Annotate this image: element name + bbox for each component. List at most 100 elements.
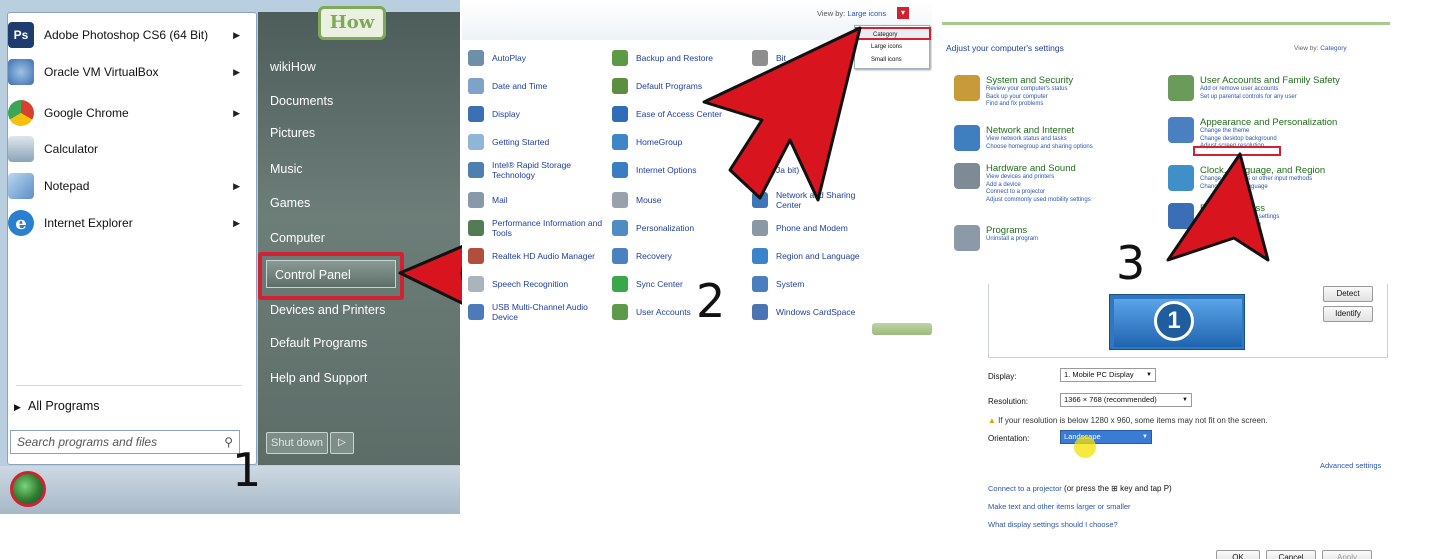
advanced-settings-link[interactable]: Advanced settings: [1320, 461, 1381, 470]
identify-button[interactable]: Identify: [1323, 306, 1373, 322]
start-orb-icon[interactable]: [10, 471, 46, 507]
control-panel-item[interactable]: Personalization: [612, 214, 750, 242]
horizontal-scrollbar[interactable]: [872, 323, 932, 335]
tutorial-canvas: Change screen resolution the display win…: [0, 0, 1451, 559]
category-link[interactable]: Find and fix problems: [986, 101, 1166, 109]
category-link[interactable]: Add or remove user accounts: [1200, 86, 1386, 94]
category-title[interactable]: Appearance and Personalization: [1200, 117, 1386, 128]
start-item-pictures[interactable]: Pictures: [262, 118, 458, 148]
control-panel-item[interactable]: Phone and Modem: [752, 214, 870, 242]
monitor-icon[interactable]: 1: [1109, 294, 1245, 350]
category-link[interactable]: Change the theme: [1200, 128, 1386, 136]
internet-explorer-icon: e: [8, 210, 34, 236]
control-panel-item[interactable]: Speech Recognition: [468, 270, 606, 298]
control-panel-item[interactable]: AutoPlay: [468, 44, 606, 72]
category-title[interactable]: Network and Internet: [986, 125, 1166, 136]
category-hardware-sound: Hardware and Sound View devices and print…: [954, 163, 1166, 205]
program-item[interactable]: Google Chrome ▶: [8, 98, 248, 128]
category-title[interactable]: System and Security: [986, 75, 1166, 86]
start-item-games[interactable]: Games: [262, 188, 458, 218]
red-arrow-icon: [1166, 152, 1270, 262]
submenu-arrow-icon: ▶: [233, 66, 240, 77]
monitor-number: 1: [1154, 301, 1194, 341]
view-by-value: Category: [1320, 45, 1347, 52]
control-panel-item[interactable]: Mail: [468, 186, 606, 214]
control-panel-item[interactable]: Windows CardSpace: [752, 298, 870, 326]
category-link[interactable]: Review your computer's status: [986, 86, 1166, 94]
phone-icon: [752, 220, 768, 236]
projector-link[interactable]: Connect to a projector: [988, 484, 1062, 493]
control-panel-item[interactable]: Intel® Rapid Storage Technology: [468, 156, 606, 184]
ok-button[interactable]: OK: [1216, 550, 1260, 559]
shutdown-button[interactable]: Shut down: [266, 432, 328, 454]
category-title[interactable]: User Accounts and Family Safety: [1200, 75, 1386, 86]
control-panel-item[interactable]: Getting Started: [468, 128, 606, 156]
start-item-documents[interactable]: Documents: [262, 86, 458, 116]
cursor-highlight: [1074, 436, 1096, 458]
screen-resolution-dialog: 1 Detect Identify Display: 1. Mobile PC …: [942, 284, 1390, 559]
display-select[interactable]: 1. Mobile PC Display ▼: [1060, 368, 1156, 382]
control-panel-item-label: Phone and Modem: [776, 223, 848, 233]
category-link[interactable]: View network status and tasks: [986, 136, 1166, 144]
control-panel-item[interactable]: Date and Time: [468, 72, 606, 100]
control-panel-item[interactable]: Display: [468, 100, 606, 128]
control-panel-item-label: Region and Language: [776, 251, 860, 261]
program-item[interactable]: Calculator: [8, 134, 248, 164]
control-panel-item-label: User Accounts: [636, 307, 691, 317]
category-link[interactable]: Set up parental controls for any user: [1200, 94, 1386, 102]
calculator-icon: [8, 136, 34, 162]
audio-icon: [468, 248, 484, 264]
internet-options-icon: [612, 162, 628, 178]
step-number-1: 1: [232, 443, 262, 497]
start-item-help-support[interactable]: Help and Support: [262, 363, 458, 393]
appearance-icon: [1168, 117, 1194, 143]
control-panel-item[interactable]: USB Multi-Channel Audio Device: [468, 298, 606, 326]
control-panel-item[interactable]: System: [752, 270, 870, 298]
start-search-input[interactable]: Search programs and files ⚲: [10, 430, 240, 454]
category-link[interactable]: View devices and printers: [986, 174, 1166, 182]
control-panel-item[interactable]: User Accounts: [612, 298, 750, 326]
program-item[interactable]: Notepad ▶: [8, 171, 248, 201]
detect-button[interactable]: Detect: [1323, 286, 1373, 302]
start-item-wikihow[interactable]: wikiHow: [262, 52, 458, 82]
view-by-control[interactable]: View by: Large icons: [817, 9, 886, 18]
windows-key-icon: ⊞: [1111, 484, 1118, 493]
view-by-dropdown-icon[interactable]: ▾: [897, 7, 909, 19]
hardware-sound-icon: [954, 163, 980, 189]
category-network-internet: Network and Internet View network status …: [954, 125, 1166, 152]
start-item-music[interactable]: Music: [262, 154, 458, 184]
resolution-select[interactable]: 1366 × 768 (recommended) ▼: [1060, 393, 1192, 407]
control-panel-item[interactable]: Realtek HD Audio Manager: [468, 242, 606, 270]
category-link[interactable]: Connect to a projector: [986, 189, 1166, 197]
display-help-link[interactable]: What display settings should I choose?: [988, 520, 1118, 529]
control-panel-item[interactable]: Recovery: [612, 242, 750, 270]
category-title[interactable]: Programs: [986, 225, 1166, 236]
category-link[interactable]: Back up your computer: [986, 94, 1166, 102]
submenu-arrow-icon: ▶: [233, 180, 240, 191]
category-link[interactable]: Adjust commonly used mobility settings: [986, 197, 1166, 205]
personalization-icon: [612, 220, 628, 236]
control-panel-item[interactable]: Sync Center: [612, 270, 750, 298]
control-panel-item[interactable]: Performance Information and Tools: [468, 214, 606, 242]
program-label: Adobe Photoshop CS6 (64 Bit): [44, 28, 209, 42]
search-placeholder: Search programs and files: [17, 435, 158, 449]
category-title[interactable]: Hardware and Sound: [986, 163, 1166, 174]
view-by-control[interactable]: View by: Category: [1294, 45, 1347, 52]
dropdown-arrow-icon: ▼: [1142, 434, 1148, 440]
program-item[interactable]: Ps Adobe Photoshop CS6 (64 Bit) ▶: [8, 20, 248, 50]
program-item[interactable]: e Internet Explorer ▶: [8, 208, 248, 238]
category-link[interactable]: Add a device: [986, 182, 1166, 190]
program-item[interactable]: Oracle VM VirtualBox ▶: [8, 57, 248, 87]
cancel-button[interactable]: Cancel: [1266, 550, 1316, 559]
text-size-link[interactable]: Make text and other items larger or smal…: [988, 502, 1131, 511]
control-panel-item[interactable]: Region and Language: [752, 242, 870, 270]
category-link[interactable]: Choose homegroup and sharing options: [986, 144, 1166, 152]
all-programs-button[interactable]: ▶ All Programs: [14, 394, 250, 418]
apply-button[interactable]: Apply: [1322, 550, 1372, 559]
category-link[interactable]: Change desktop background: [1200, 136, 1386, 144]
control-panel-item-label: AutoPlay: [492, 53, 527, 63]
shutdown-options-icon[interactable]: ▷: [330, 432, 354, 454]
start-item-default-programs[interactable]: Default Programs: [262, 328, 458, 358]
control-panel-item-label: Intel® Rapid Storage Technology: [492, 160, 572, 180]
warning-text: If your resolution is below 1280 x 960, …: [998, 416, 1268, 425]
